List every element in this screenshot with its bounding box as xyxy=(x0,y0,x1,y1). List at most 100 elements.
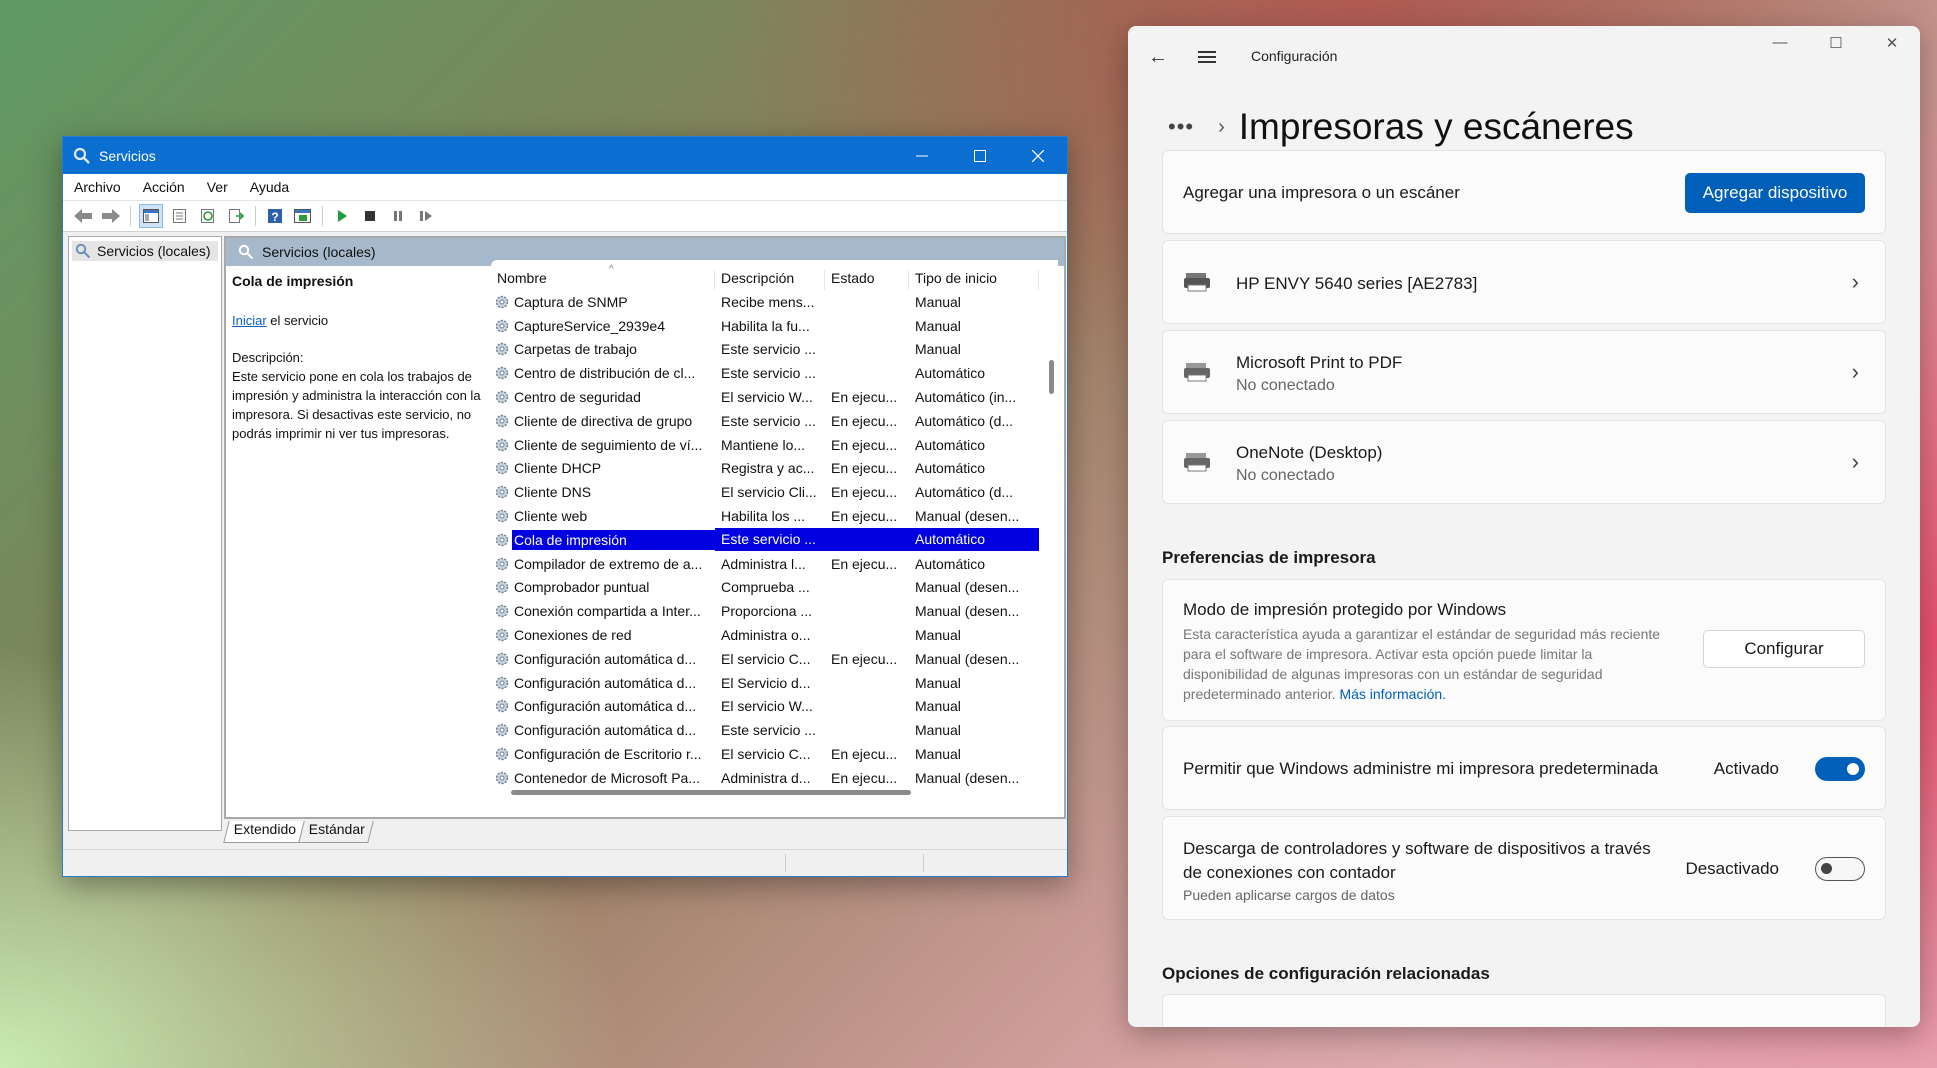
settings-title-bar[interactable]: ← Configuración — ☐ ✕ xyxy=(1128,26,1920,86)
status-bar xyxy=(63,849,1067,876)
tab-standard[interactable]: Estándar xyxy=(298,821,375,843)
table-row[interactable]: Conexiones de red Administra o... Manual xyxy=(491,623,1058,647)
stop-service-button[interactable] xyxy=(359,205,381,227)
table-row[interactable]: Configuración automática d... El servicio… xyxy=(491,647,1058,671)
menu-accion[interactable]: Acción xyxy=(132,179,196,195)
menu-ver[interactable]: Ver xyxy=(196,179,239,195)
printer-item[interactable]: OneNote (Desktop) No conectado › xyxy=(1162,420,1886,504)
vertical-scrollbar[interactable] xyxy=(1049,360,1054,394)
menu-ayuda[interactable]: Ayuda xyxy=(239,179,300,195)
maximize-button[interactable] xyxy=(951,137,1009,174)
table-row[interactable]: Cliente DNS El servicio Cli... En ejecu...… xyxy=(491,480,1058,504)
table-row[interactable]: Compilador de extremo de a... Administra … xyxy=(491,552,1058,576)
chevron-right-icon: › xyxy=(1851,269,1859,294)
services-list: ^ Nombre Descripción Estado Tipo de inic… xyxy=(491,260,1058,801)
back-arrow-icon[interactable]: ← xyxy=(1148,46,1168,69)
cell-startup-type: Manual (desen... xyxy=(915,508,1020,525)
maximize-button[interactable]: ☐ xyxy=(1808,34,1864,52)
table-row[interactable]: Configuración automática d... El servicio… xyxy=(491,695,1058,719)
minimize-button[interactable] xyxy=(893,137,951,174)
table-row[interactable]: Centro de distribución de cl... Este serv… xyxy=(491,361,1058,385)
table-row[interactable]: Conexión compartida a Inter... Proporcion… xyxy=(491,599,1058,623)
metered-toggle[interactable] xyxy=(1815,857,1865,881)
table-row[interactable]: Cliente DHCP Registra y ac... En ejecu... A… xyxy=(491,457,1058,481)
refresh-button[interactable] xyxy=(197,205,219,227)
service-name: Carpetas de trabajo xyxy=(514,341,637,358)
minimize-button[interactable]: — xyxy=(1752,34,1808,52)
view-tabs: Extendido Estándar xyxy=(223,821,375,843)
table-row[interactable]: Comprobador puntual Comprueba ... Manual (… xyxy=(491,576,1058,600)
configure-button[interactable]: Configurar xyxy=(1703,630,1865,668)
cell-description: El servicio Cli... xyxy=(721,484,817,501)
table-row[interactable]: Cliente de seguimiento de ví... Mantiene … xyxy=(491,433,1058,457)
default-printer-state: Activado xyxy=(1713,759,1779,778)
view-button[interactable] xyxy=(292,205,314,227)
cell-name: Configuración automática d... xyxy=(491,651,715,667)
printer-item[interactable]: HP ENVY 5640 series [AE2783] › xyxy=(1162,240,1886,324)
add-device-button[interactable]: Agregar dispositivo xyxy=(1685,173,1865,213)
add-printer-label: Agregar una impresora o un escáner xyxy=(1183,183,1460,202)
default-printer-toggle[interactable] xyxy=(1815,757,1865,781)
maximize-icon xyxy=(974,149,986,162)
cell-name: Configuración de Escritorio r... xyxy=(491,746,715,762)
cell-description: Mantiene lo... xyxy=(721,436,806,453)
service-name: Compilador de extremo de a... xyxy=(514,555,703,572)
start-service-link[interactable]: Iniciar xyxy=(232,313,267,328)
table-row[interactable]: Centro de seguridad El servicio W... En ej… xyxy=(491,385,1058,409)
cell-state: En ejecu... xyxy=(831,460,898,477)
table-row[interactable]: Cliente web Habilita los ... En ejecu... Ma… xyxy=(491,504,1058,528)
table-row[interactable]: Configuración automática d... Este servic… xyxy=(491,718,1058,742)
table-row[interactable]: Cola de impresión Este servicio ... Automá… xyxy=(491,528,1058,552)
back-button[interactable] xyxy=(72,205,94,227)
restart-service-button[interactable] xyxy=(415,205,437,227)
metered-label-line2: de conexiones con contador xyxy=(1183,863,1396,882)
table-row[interactable]: Configuración automática d... El Servicio… xyxy=(491,671,1058,695)
pause-service-button[interactable] xyxy=(387,205,409,227)
cell-name: Cliente web xyxy=(491,508,715,524)
tab-extended[interactable]: Extendido xyxy=(223,821,306,843)
play-icon xyxy=(338,210,347,222)
service-gear-icon xyxy=(495,581,509,594)
cell-name: Comprobador puntual xyxy=(491,579,715,595)
cell-startup-type: Manual (desen... xyxy=(915,769,1020,786)
breadcrumb-overflow-button[interactable]: ••• xyxy=(1168,114,1194,140)
export-list-button[interactable] xyxy=(225,205,247,227)
cell-startup-type: Automático xyxy=(915,365,986,382)
printer-item[interactable]: Microsoft Print to PDF No conectado › xyxy=(1162,330,1886,414)
table-row[interactable]: Captura de SNMP Recibe mens... Manual xyxy=(491,290,1058,314)
metered-label-line1: Descarga de controladores y software de … xyxy=(1183,839,1651,858)
help-button[interactable]: ? xyxy=(264,205,286,227)
console-tree: Servicios (locales) xyxy=(68,236,222,831)
metered-state: Desactivado xyxy=(1685,859,1779,878)
column-header-startup[interactable]: Tipo de inicio xyxy=(909,270,1039,290)
forward-button[interactable] xyxy=(100,205,122,227)
close-button[interactable] xyxy=(1009,137,1067,174)
table-row[interactable]: Carpetas de trabajo Este servicio ... Manu… xyxy=(491,338,1058,362)
table-row[interactable]: CaptureService_2939e4 Habilita la fu... Ma… xyxy=(491,314,1058,338)
cell-state: En ejecu... xyxy=(831,389,898,406)
horizontal-scrollbar[interactable] xyxy=(511,790,911,795)
properties-button[interactable] xyxy=(169,205,191,227)
more-info-link[interactable]: Más información. xyxy=(1339,686,1446,702)
hamburger-menu-icon[interactable] xyxy=(1198,48,1216,66)
service-gear-icon xyxy=(495,700,509,713)
show-tree-button[interactable] xyxy=(139,204,163,228)
tree-item-services-local[interactable]: Servicios (locales) xyxy=(72,241,218,261)
maximize-icon: ☐ xyxy=(1829,35,1843,52)
cell-startup-type: Manual xyxy=(915,746,961,763)
close-button[interactable]: ✕ xyxy=(1864,34,1920,52)
column-header-state[interactable]: Estado xyxy=(825,270,909,290)
start-service-button[interactable] xyxy=(331,205,353,227)
column-header-name[interactable]: Nombre xyxy=(491,270,715,290)
service-name: Configuración automática d... xyxy=(514,674,697,691)
cell-state: En ejecu... xyxy=(831,508,898,525)
table-row[interactable]: Cliente de directiva de grupo Este servic… xyxy=(491,409,1058,433)
table-row[interactable]: Contenedor de Microsoft Pa... Administra … xyxy=(491,766,1058,790)
table-row[interactable]: Configuración de Escritorio r... El servi… xyxy=(491,742,1058,766)
page-title: Impresoras y escáneres xyxy=(1238,106,1634,147)
menu-archivo[interactable]: Archivo xyxy=(63,179,132,195)
column-header-description[interactable]: Descripción xyxy=(715,270,825,290)
chevron-right-icon: › xyxy=(1851,359,1859,384)
title-bar[interactable]: Servicios xyxy=(63,137,1067,174)
cell-startup-type: Manual xyxy=(915,722,961,739)
